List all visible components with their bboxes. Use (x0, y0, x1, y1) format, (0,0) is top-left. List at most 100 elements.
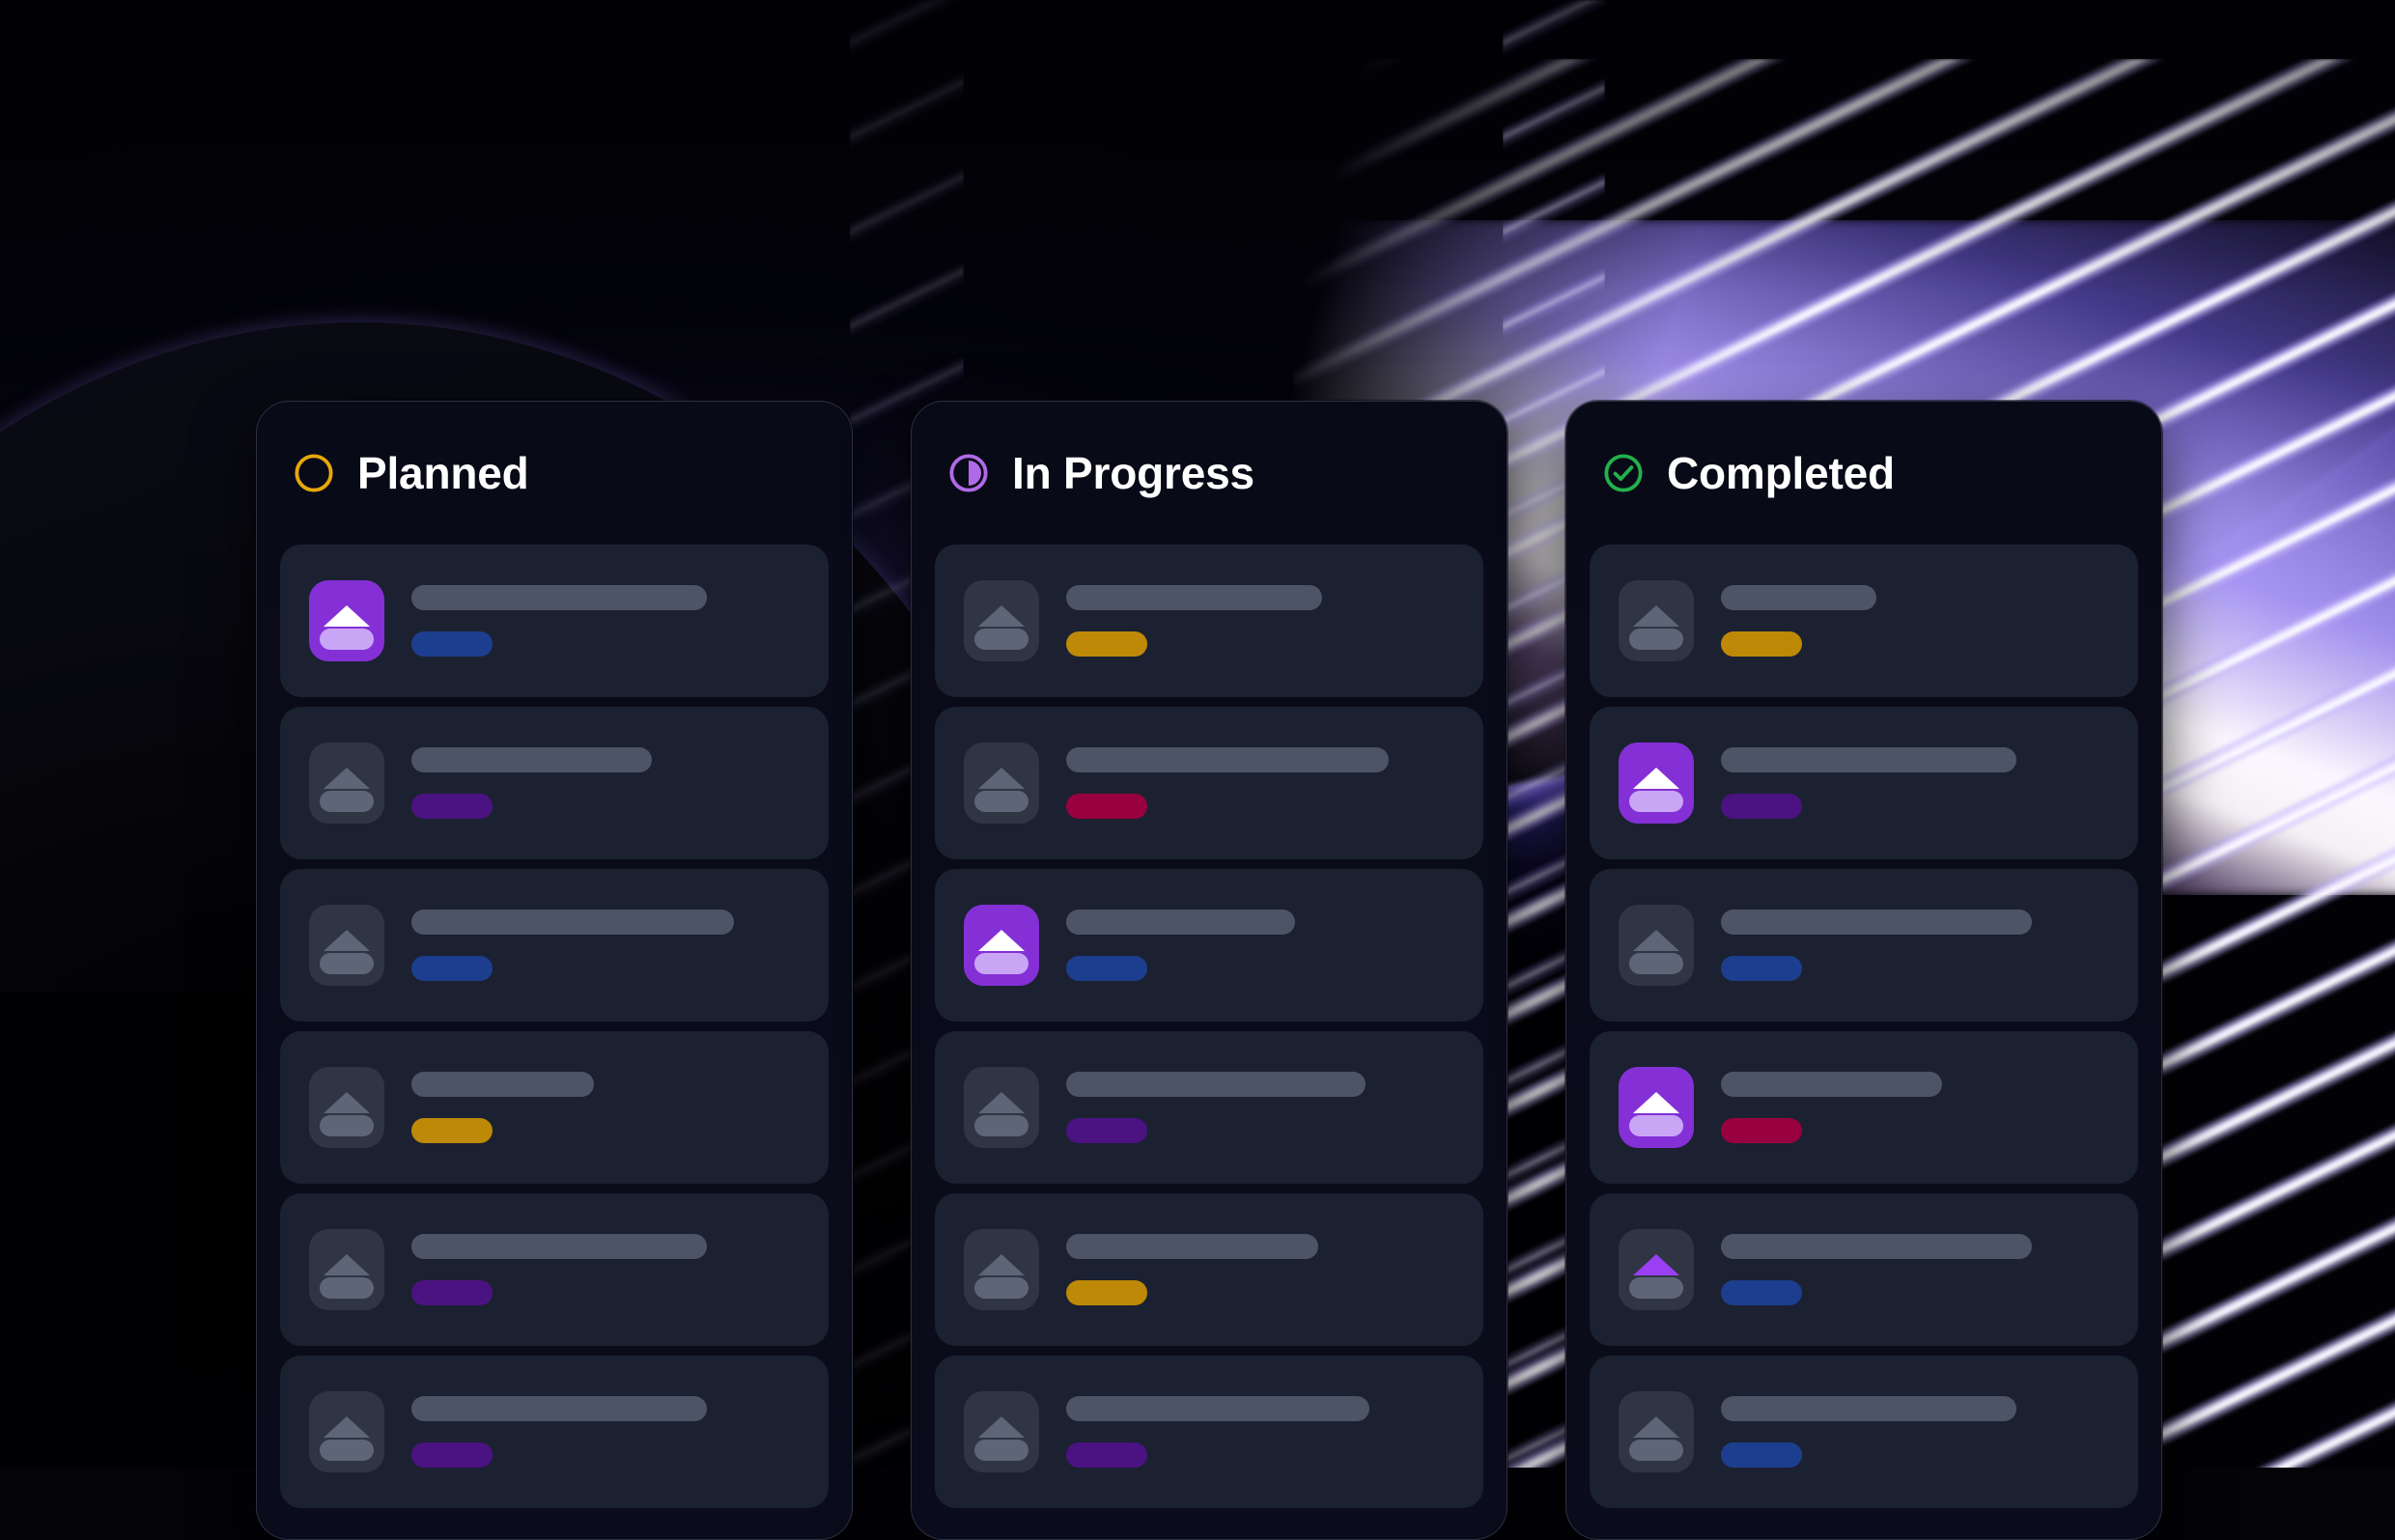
card-body (1721, 1234, 2109, 1305)
card-thumbnail-avatar[interactable] (309, 742, 384, 824)
column-header-planned: Planned (280, 402, 829, 545)
task-card[interactable] (1590, 1031, 2138, 1184)
task-card[interactable] (280, 1193, 829, 1346)
card-title-skeleton (1721, 1234, 2032, 1259)
card-thumbnail-avatar[interactable] (309, 1229, 384, 1310)
card-title-skeleton (411, 1234, 707, 1259)
avatar-bar (974, 953, 1028, 974)
card-tag-crimson[interactable] (1721, 1118, 1802, 1143)
task-card[interactable] (935, 1356, 1483, 1508)
avatar-bar (1629, 629, 1683, 650)
task-card[interactable] (935, 545, 1483, 697)
card-thumbnail-avatar[interactable] (1619, 1067, 1694, 1148)
task-card[interactable] (1590, 545, 2138, 697)
avatar-bar (320, 1115, 374, 1136)
card-thumbnail-avatar[interactable] (309, 1391, 384, 1472)
avatar-bar (1629, 1277, 1683, 1299)
card-tag-blue[interactable] (1721, 1280, 1802, 1305)
card-title-skeleton (1721, 910, 2032, 935)
column-title: Completed (1667, 447, 1895, 499)
task-card[interactable] (280, 1356, 829, 1508)
card-tag-purple[interactable] (411, 794, 493, 819)
card-tag-purple[interactable] (1721, 794, 1802, 819)
card-thumbnail-avatar[interactable] (964, 905, 1039, 986)
card-thumbnail-avatar[interactable] (309, 905, 384, 986)
card-thumbnail-avatar[interactable] (309, 580, 384, 661)
avatar-bar (320, 1277, 374, 1299)
card-thumbnail-avatar[interactable] (309, 1067, 384, 1148)
card-tag-blue[interactable] (411, 631, 493, 657)
task-card[interactable] (1590, 707, 2138, 859)
card-tag-blue[interactable] (411, 956, 493, 981)
card-thumbnail-avatar[interactable] (964, 1067, 1039, 1148)
card-body (411, 1396, 800, 1468)
task-card[interactable] (1590, 1193, 2138, 1346)
card-tag-blue[interactable] (1066, 956, 1147, 981)
triangle-icon (324, 768, 370, 789)
card-body (411, 1072, 800, 1143)
card-title-skeleton (1066, 1072, 1366, 1097)
card-title-skeleton (1066, 1234, 1318, 1259)
task-card[interactable] (935, 1031, 1483, 1184)
avatar-bar (974, 791, 1028, 812)
triangle-icon (324, 1254, 370, 1275)
card-body (1066, 585, 1454, 657)
card-tag-blue[interactable] (1721, 956, 1802, 981)
task-card[interactable] (1590, 1356, 2138, 1508)
card-thumbnail-avatar[interactable] (964, 742, 1039, 824)
card-thumbnail-avatar[interactable] (1619, 580, 1694, 661)
card-title-skeleton (1066, 910, 1295, 935)
avatar-bar (320, 791, 374, 812)
triangle-icon (1633, 930, 1679, 951)
avatar-bar (320, 953, 374, 974)
card-body (1066, 1234, 1454, 1305)
kanban-board: Planned In Progress Completed (256, 401, 2162, 1540)
card-tag-amber[interactable] (1721, 631, 1802, 657)
triangle-icon (978, 930, 1025, 951)
task-card[interactable] (935, 707, 1483, 859)
task-card[interactable] (280, 707, 829, 859)
card-title-skeleton (1066, 747, 1389, 772)
board-column-completed[interactable]: Completed (1565, 401, 2162, 1540)
card-thumbnail-avatar[interactable] (964, 1229, 1039, 1310)
card-list (1590, 545, 2138, 1508)
triangle-icon (1633, 1092, 1679, 1113)
triangle-icon (324, 1416, 370, 1438)
card-tag-purple[interactable] (411, 1442, 493, 1468)
card-body (1721, 1072, 2109, 1143)
card-title-skeleton (1721, 585, 1876, 610)
board-column-in-progress[interactable]: In Progress (911, 401, 1507, 1540)
triangle-icon (978, 1416, 1025, 1438)
card-thumbnail-avatar[interactable] (1619, 742, 1694, 824)
card-tag-blue[interactable] (1721, 1442, 1802, 1468)
card-tag-amber[interactable] (1066, 1280, 1147, 1305)
triangle-icon (324, 1092, 370, 1113)
task-card[interactable] (280, 1031, 829, 1184)
triangle-icon (978, 768, 1025, 789)
task-card[interactable] (280, 545, 829, 697)
card-tag-purple[interactable] (1066, 1442, 1147, 1468)
card-tag-amber[interactable] (411, 1118, 493, 1143)
task-card[interactable] (280, 869, 829, 1022)
task-card[interactable] (935, 1193, 1483, 1346)
task-card[interactable] (935, 869, 1483, 1022)
avatar-bar (1629, 1440, 1683, 1461)
triangle-icon (1633, 768, 1679, 789)
card-tag-amber[interactable] (1066, 631, 1147, 657)
task-card[interactable] (1590, 869, 2138, 1022)
card-thumbnail-avatar[interactable] (1619, 905, 1694, 986)
avatar-bar (974, 1115, 1028, 1136)
card-thumbnail-avatar[interactable] (964, 1391, 1039, 1472)
card-thumbnail-avatar[interactable] (1619, 1229, 1694, 1310)
card-tag-purple[interactable] (1066, 1118, 1147, 1143)
avatar-bar (320, 1440, 374, 1461)
card-title-skeleton (411, 585, 707, 610)
card-thumbnail-avatar[interactable] (1619, 1391, 1694, 1472)
card-tag-crimson[interactable] (1066, 794, 1147, 819)
card-tag-purple[interactable] (411, 1280, 493, 1305)
half-circle-icon (946, 451, 991, 495)
card-title-skeleton (411, 747, 652, 772)
card-thumbnail-avatar[interactable] (964, 580, 1039, 661)
board-column-planned[interactable]: Planned (256, 401, 853, 1540)
card-body (1721, 585, 2109, 657)
